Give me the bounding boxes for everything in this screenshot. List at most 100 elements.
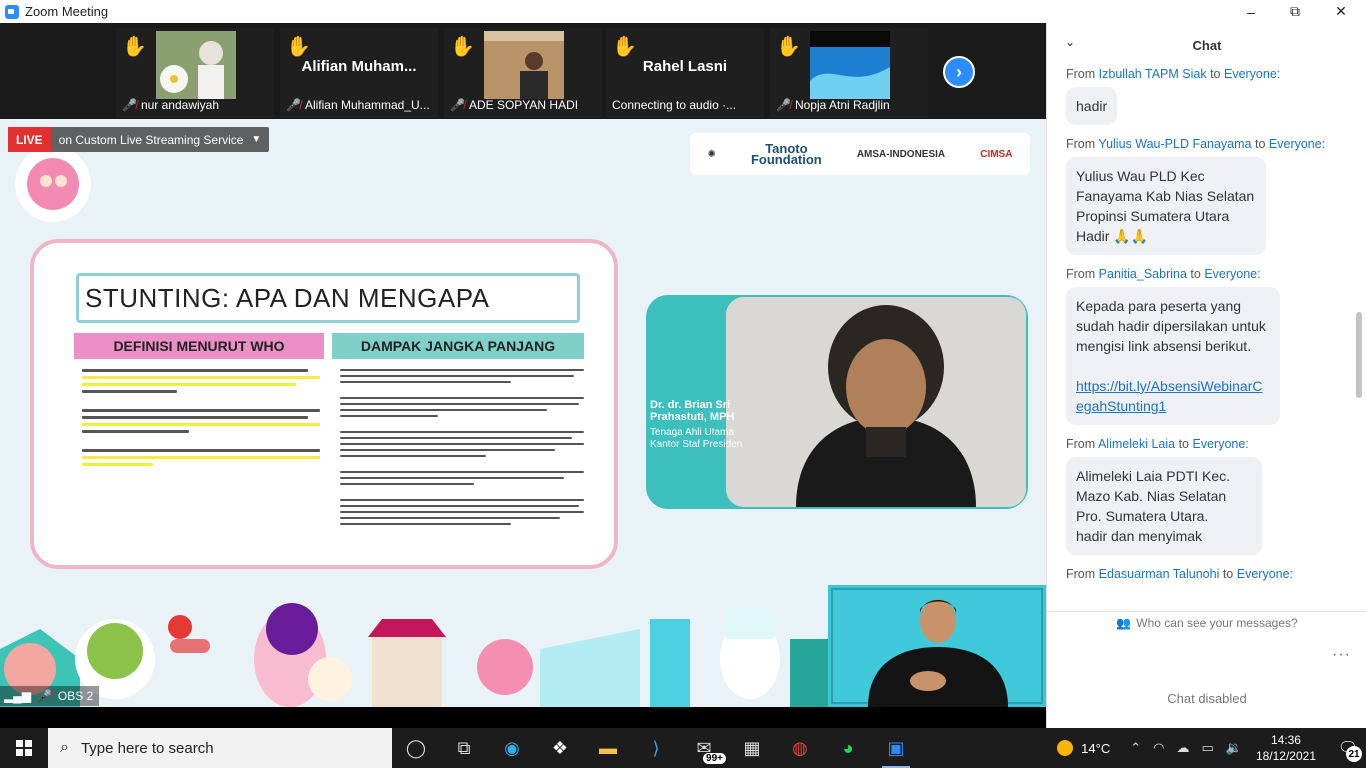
restore-button[interactable]: ⧉ (1272, 0, 1318, 23)
clock-date: 18/12/2021 (1255, 749, 1316, 763)
notification-center-icon[interactable]: 🗨 21 (1330, 728, 1366, 768)
participant-display-name: Rahel Lasni (642, 58, 728, 75)
participant-tile[interactable]: ✋ Alifian Muham... 🎤̸ Alifian Muhammad_U.… (280, 28, 438, 118)
volume-icon[interactable]: 🔉 (1226, 740, 1242, 756)
more-options-icon[interactable]: ··· (1332, 646, 1351, 664)
slide-title: STUNTING: APA DAN MENGAPA (76, 273, 580, 323)
to-label: to (1222, 567, 1234, 581)
chat-messages[interactable]: From Izbullah TAPM Siak to Everyone: had… (1047, 67, 1355, 607)
participant-video (810, 31, 890, 99)
sender-name[interactable]: Edasuarman Talunohi (1099, 567, 1220, 581)
slide-left-text (82, 369, 320, 470)
speaker-caption: Dr. dr. Brian Sri Prahastuti, MPH Tenaga… (650, 399, 750, 451)
from-label: From (1066, 567, 1096, 581)
minimize-button[interactable]: – (1228, 0, 1274, 23)
vscode-icon[interactable]: ⟩ (632, 728, 680, 768)
onedrive-icon[interactable]: ☁ (1176, 740, 1189, 756)
system-tray: 14°C ⌃ ◠ ☁ ▭ 🔉 14:36 18/12/2021 🗨 21 (1057, 728, 1366, 768)
amsa-logo: AMSA-INDONESIA (856, 148, 946, 160)
chat-scrollbar[interactable] (1356, 68, 1362, 604)
taskbar-search[interactable]: ⌕ Type here to search (48, 728, 392, 768)
signal-icon: ▂▄▆ (4, 689, 31, 703)
slide-right-header: DAMPAK JANGKA PANJANG (332, 333, 584, 359)
mail-icon[interactable]: ✉ 99+ (680, 728, 728, 768)
sender-name[interactable]: Yulius Wau-PLD Fanayama (1098, 137, 1251, 151)
participant-name: Connecting to audio ·... (612, 98, 737, 112)
people-icon: 👥 (1116, 615, 1132, 630)
chat-message: From Yulius Wau-PLD Fanayama to Everyone… (1047, 137, 1355, 255)
clock[interactable]: 14:36 18/12/2021 (1256, 732, 1316, 764)
close-button[interactable]: ✕ (1318, 0, 1364, 23)
who-can-see-messages[interactable]: 👥 Who can see your messages? (1047, 611, 1366, 633)
chrome-icon[interactable]: ◍ (776, 728, 824, 768)
weather-sun-icon (1057, 740, 1074, 756)
participant-name: ADE SOPYAN HADI (468, 98, 579, 112)
decorative-illustration (0, 589, 830, 707)
participant-tile[interactable]: ✋ Rahel Lasni Connecting to audio ·... (606, 28, 764, 118)
to-label: to (1190, 267, 1201, 281)
live-stream-bar[interactable]: LIVE on Custom Live Streaming Service ▼ (8, 127, 270, 152)
chat-message: From Edasuarman Talunohi to Everyone: (1047, 567, 1355, 581)
to-label: to (1178, 437, 1190, 451)
speaker-person-image (726, 297, 1026, 507)
raised-hand-icon: ✋ (450, 36, 475, 58)
participant-name: Alifian Muhammad_U... (304, 98, 430, 112)
raised-hand-icon: ✋ (286, 36, 311, 58)
recipient: Everyone: (1223, 67, 1281, 81)
windows-taskbar: ⌕ Type here to search ◯ ⧉ ◉ ❖ ▬ ⟩ ✉ 99+ ▦… (0, 728, 1366, 768)
absensi-link[interactable]: https://bit.ly/AbsensiWebinarCegahStunti… (1076, 378, 1263, 414)
sender-name[interactable]: Izbullah TAPM Siak (1099, 67, 1207, 81)
participant-name: Nopja Atni Radjlin (794, 98, 890, 112)
interpreter-person-image (828, 585, 1046, 707)
mic-muted-icon: 🎤̸ (122, 98, 137, 112)
cimsa-logo: CIMSA (980, 148, 1013, 160)
dropbox-icon[interactable]: ❖ (536, 728, 584, 768)
mic-muted-icon: 🎤̸ (776, 98, 791, 112)
start-button[interactable] (0, 728, 48, 768)
file-explorer-icon[interactable]: ▬ (584, 728, 632, 768)
participant-tile[interactable]: ✋ 🎤̸ ADE SOPYAN HADI (444, 28, 602, 118)
participant-tile[interactable]: ✋ 🎤̸ nur andawiyah (116, 28, 274, 118)
event-emblem-icon (15, 146, 91, 222)
battery-icon[interactable]: ▭ (1201, 740, 1213, 756)
message-bubble: Alimeleki Laia PDTI Kec. Mazo Kab. Nias … (1066, 457, 1262, 555)
zoom-taskbar-icon[interactable]: ▣ (872, 728, 920, 768)
sender-name[interactable]: Panitia_Sabrina (1099, 267, 1187, 281)
mic-muted-icon: 🎤̸ (36, 689, 52, 703)
next-page-arrow-icon[interactable]: › (943, 56, 975, 88)
weather-widget[interactable]: 14°C (1057, 740, 1110, 756)
spotify-icon[interactable]: ◕ (824, 728, 872, 768)
cortana-icon[interactable]: ◯ (392, 728, 440, 768)
chat-disabled-label: Chat disabled (1167, 691, 1247, 706)
chat-message: From Panitia_Sabrina to Everyone: Kepada… (1047, 267, 1355, 425)
title-bar: Zoom Meeting – ⧉ ✕ (0, 0, 1366, 23)
participant-tile[interactable]: ✋ 🎤̸ Nopja Atni Radjlin (770, 28, 928, 118)
mic-muted-icon: 🎤̸ (450, 98, 465, 112)
message-text: Kepada para peserta yang sudah hadir dip… (1076, 298, 1266, 354)
recipient: Everyone: (1192, 437, 1249, 451)
recipient: Everyone: (1268, 137, 1326, 151)
recipient: Everyone: (1204, 267, 1261, 281)
live-stream-label: on Custom Live Streaming Service (58, 132, 244, 147)
edge-icon[interactable]: ◉ (488, 728, 536, 768)
dropdown-caret-icon[interactable]: ▼ (251, 134, 269, 145)
from-label: From (1066, 437, 1096, 451)
mic-muted-icon: 🎤̸ (286, 98, 301, 112)
zoom-logo-icon (5, 4, 19, 19)
speaker-camera (726, 297, 1026, 507)
participant-display-name: Alifian Muham... (301, 58, 417, 75)
scrollbar-thumb[interactable] (1356, 312, 1362, 398)
participant-name: nur andawiyah (140, 98, 220, 112)
presentation-slide: STUNTING: APA DAN MENGAPA DEFINISI MENUR… (30, 239, 618, 569)
task-view-icon[interactable]: ⧉ (440, 728, 488, 768)
obs-label: OBS 2 (57, 689, 94, 703)
store-icon[interactable]: ▦ (728, 728, 776, 768)
sign-interpreter-video (828, 585, 1046, 707)
chevron-down-icon[interactable]: ⌄ (1065, 35, 1075, 49)
speaker-name: Dr. dr. Brian Sri Prahastuti, MPH (650, 399, 735, 423)
from-label: From (1066, 267, 1096, 281)
sender-name[interactable]: Alimeleki Laia (1098, 437, 1175, 451)
temperature: 14°C (1081, 740, 1111, 756)
wifi-icon[interactable]: ◠ (1153, 740, 1164, 756)
chevron-up-icon[interactable]: ⌃ (1130, 740, 1141, 756)
